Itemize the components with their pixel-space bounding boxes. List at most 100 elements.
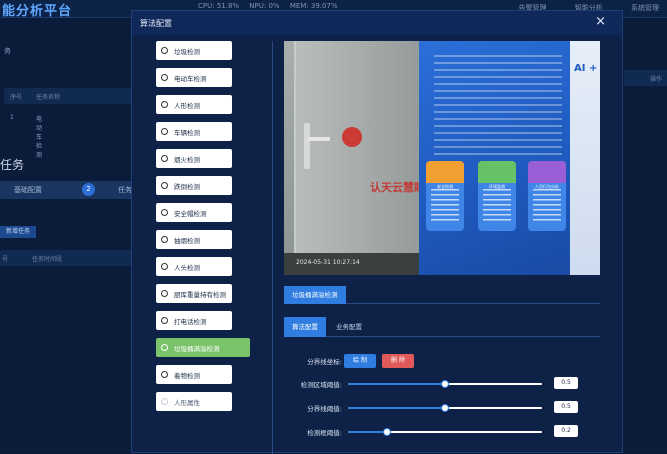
algo-label: 人头检测 [174, 263, 200, 272]
step-number: 2 [82, 183, 95, 196]
config-tabs: 算法配置 业务配置 [284, 317, 600, 337]
door-handle [304, 123, 310, 169]
row-index: 1 [10, 114, 14, 121]
zone-coordinates-row: 分界线坐标: 绘 制 删 除 [284, 354, 600, 368]
radio-icon [161, 209, 168, 216]
slider-fill [348, 383, 445, 385]
poster-card-head [478, 161, 516, 183]
box-threshold-input[interactable]: 0.2 [554, 425, 578, 437]
algo-label: 抽烟检测 [174, 236, 200, 245]
radio-icon [161, 263, 168, 270]
algo-label: 车辆检测 [174, 128, 200, 137]
logo-circle [342, 127, 362, 147]
algorithm-config-modal: 算法配置 × 垃圾检测 电动车检测 人形检测 车辆检测 烟火检测 跌倒检测 安全… [131, 10, 623, 454]
slider-thumb[interactable] [382, 428, 391, 436]
poster-card-lines [483, 189, 511, 223]
nav-system[interactable]: 系统管理 [631, 4, 659, 12]
npu-stat: NPU: 0% [249, 2, 280, 10]
slider-thumb[interactable] [441, 380, 449, 388]
box-threshold-slider[interactable] [348, 428, 542, 436]
algo-label: 跌倒检测 [174, 182, 200, 191]
slider-row-line-threshold: 分界线阈值: 0.5 [284, 401, 600, 415]
slider-thumb[interactable] [441, 404, 449, 412]
background-left-panel: 务 序号 任务名称 1 电动车检测 任务 基础配置 2 任务 新增任务 号 任务… [0, 18, 132, 453]
tab-algorithm-config[interactable]: 算法配置 [284, 317, 326, 337]
algo-item-kitchen[interactable]: 厨库重量持有检测 [156, 284, 232, 303]
poster-card-head [528, 161, 566, 183]
door-handle-bar [308, 137, 330, 141]
poster-card-lines [533, 189, 561, 223]
vertical-divider [272, 41, 273, 454]
algo-item-phone[interactable]: 打电话检测 [156, 311, 232, 330]
radio-icon [161, 128, 168, 135]
algo-label: 着物检测 [174, 371, 200, 380]
tab-business-config[interactable]: 业务配置 [328, 317, 370, 337]
line-threshold-input[interactable]: 0.5 [554, 401, 578, 413]
radio-icon [161, 290, 168, 297]
slider-label: 分界线阈值: [307, 405, 342, 413]
slider-fill [348, 431, 387, 433]
radio-icon [161, 47, 168, 54]
algo-item-vehicle[interactable]: 车辆检测 [156, 122, 232, 141]
close-icon[interactable]: × [595, 14, 606, 29]
modal-title: 算法配置 [140, 19, 172, 28]
check-circle-icon [161, 344, 168, 351]
algo-item-fall[interactable]: 跌倒检测 [156, 176, 232, 195]
algo-item-bin-overflow[interactable]: 垃圾桶满溢检测 [156, 338, 250, 357]
algo-label: 打电话检测 [174, 317, 207, 326]
poster-card-2: 环境监测 [478, 161, 516, 231]
poster-text-block [434, 55, 562, 155]
operation-header: 操作 [624, 70, 667, 86]
algo-label: 垃圾检测 [174, 47, 200, 56]
algo-item-clutter[interactable]: 着物检测 [156, 365, 232, 384]
selected-algo-tag[interactable]: 垃圾桶满溢检测 [284, 286, 346, 304]
task-section-title: 任务 [0, 158, 25, 172]
algo-item-smoking[interactable]: 抽烟检测 [156, 230, 232, 249]
add-task-button[interactable]: 新增任务 [0, 226, 36, 238]
radio-icon [161, 398, 168, 405]
row-task-name: 电动车检测 [36, 116, 43, 159]
algo-label: 电动车检测 [174, 74, 207, 83]
modal-header: 算法配置 × [132, 11, 622, 35]
poster-card-lines [431, 189, 459, 223]
slider-label: 检测区域阈值: [300, 381, 342, 389]
video-timestamp: 2024-05-31 10:27:14 [296, 259, 360, 266]
background-right-panel: 操作 [624, 18, 667, 453]
radio-icon [161, 101, 168, 108]
selected-algo-bar: 垃圾桶满溢检测 [284, 286, 600, 304]
slider-fill [348, 407, 445, 409]
draw-button[interactable]: 绘 制 [344, 354, 376, 368]
zone-label: 分界线坐标: [307, 358, 342, 366]
camera-preview: 认天云慧眼 2024-05-31 10:27:14 安全检测 环境监测 人员行为… [284, 41, 600, 275]
algo-label: 厨库重量持有检测 [174, 290, 226, 299]
poster-card-1: 安全检测 [426, 161, 464, 231]
algo-label: 烟火检测 [174, 155, 200, 164]
task-table-header: 序号 任务名称 [4, 88, 132, 104]
radio-icon [161, 74, 168, 81]
area-threshold-slider[interactable] [348, 380, 542, 388]
mem-stat: MEM: 39.07% [289, 2, 338, 10]
algo-item-human-attr[interactable]: 人形属性 [156, 392, 232, 411]
algo-item-fire[interactable]: 烟火检测 [156, 149, 232, 168]
col-index-2: 号 [2, 256, 9, 263]
algo-item-head[interactable]: 人头检测 [156, 257, 232, 276]
area-threshold-input[interactable]: 0.5 [554, 377, 578, 389]
col-task-name: 任务名称 [36, 94, 61, 101]
col-time-range: 任务时间段 [32, 256, 63, 263]
step-task[interactable]: 任务 [118, 185, 132, 195]
line-threshold-slider[interactable] [348, 404, 542, 412]
system-stats: CPU: 51.8% NPU: 0% MEM: 39.07% [198, 2, 346, 10]
step-bar: 基础配置 2 任务 [0, 181, 132, 199]
time-table-header: 号 任务时间段 [0, 250, 132, 266]
algo-item-ebike[interactable]: 电动车检测 [156, 68, 232, 87]
delete-button[interactable]: 删 除 [382, 354, 414, 368]
algo-label: 安全帽检测 [174, 209, 207, 218]
algo-label: 人形属性 [174, 398, 200, 407]
logo-text: 认天云慧眼 [370, 181, 425, 194]
poster-ai-text: AI + [574, 63, 598, 74]
poster-side [570, 41, 600, 275]
step-basic[interactable]: 基础配置 [14, 185, 42, 195]
algo-item-garbage[interactable]: 垃圾检测 [156, 41, 232, 60]
algo-item-helmet[interactable]: 安全帽检测 [156, 203, 232, 222]
algo-item-human[interactable]: 人形检测 [156, 95, 232, 114]
